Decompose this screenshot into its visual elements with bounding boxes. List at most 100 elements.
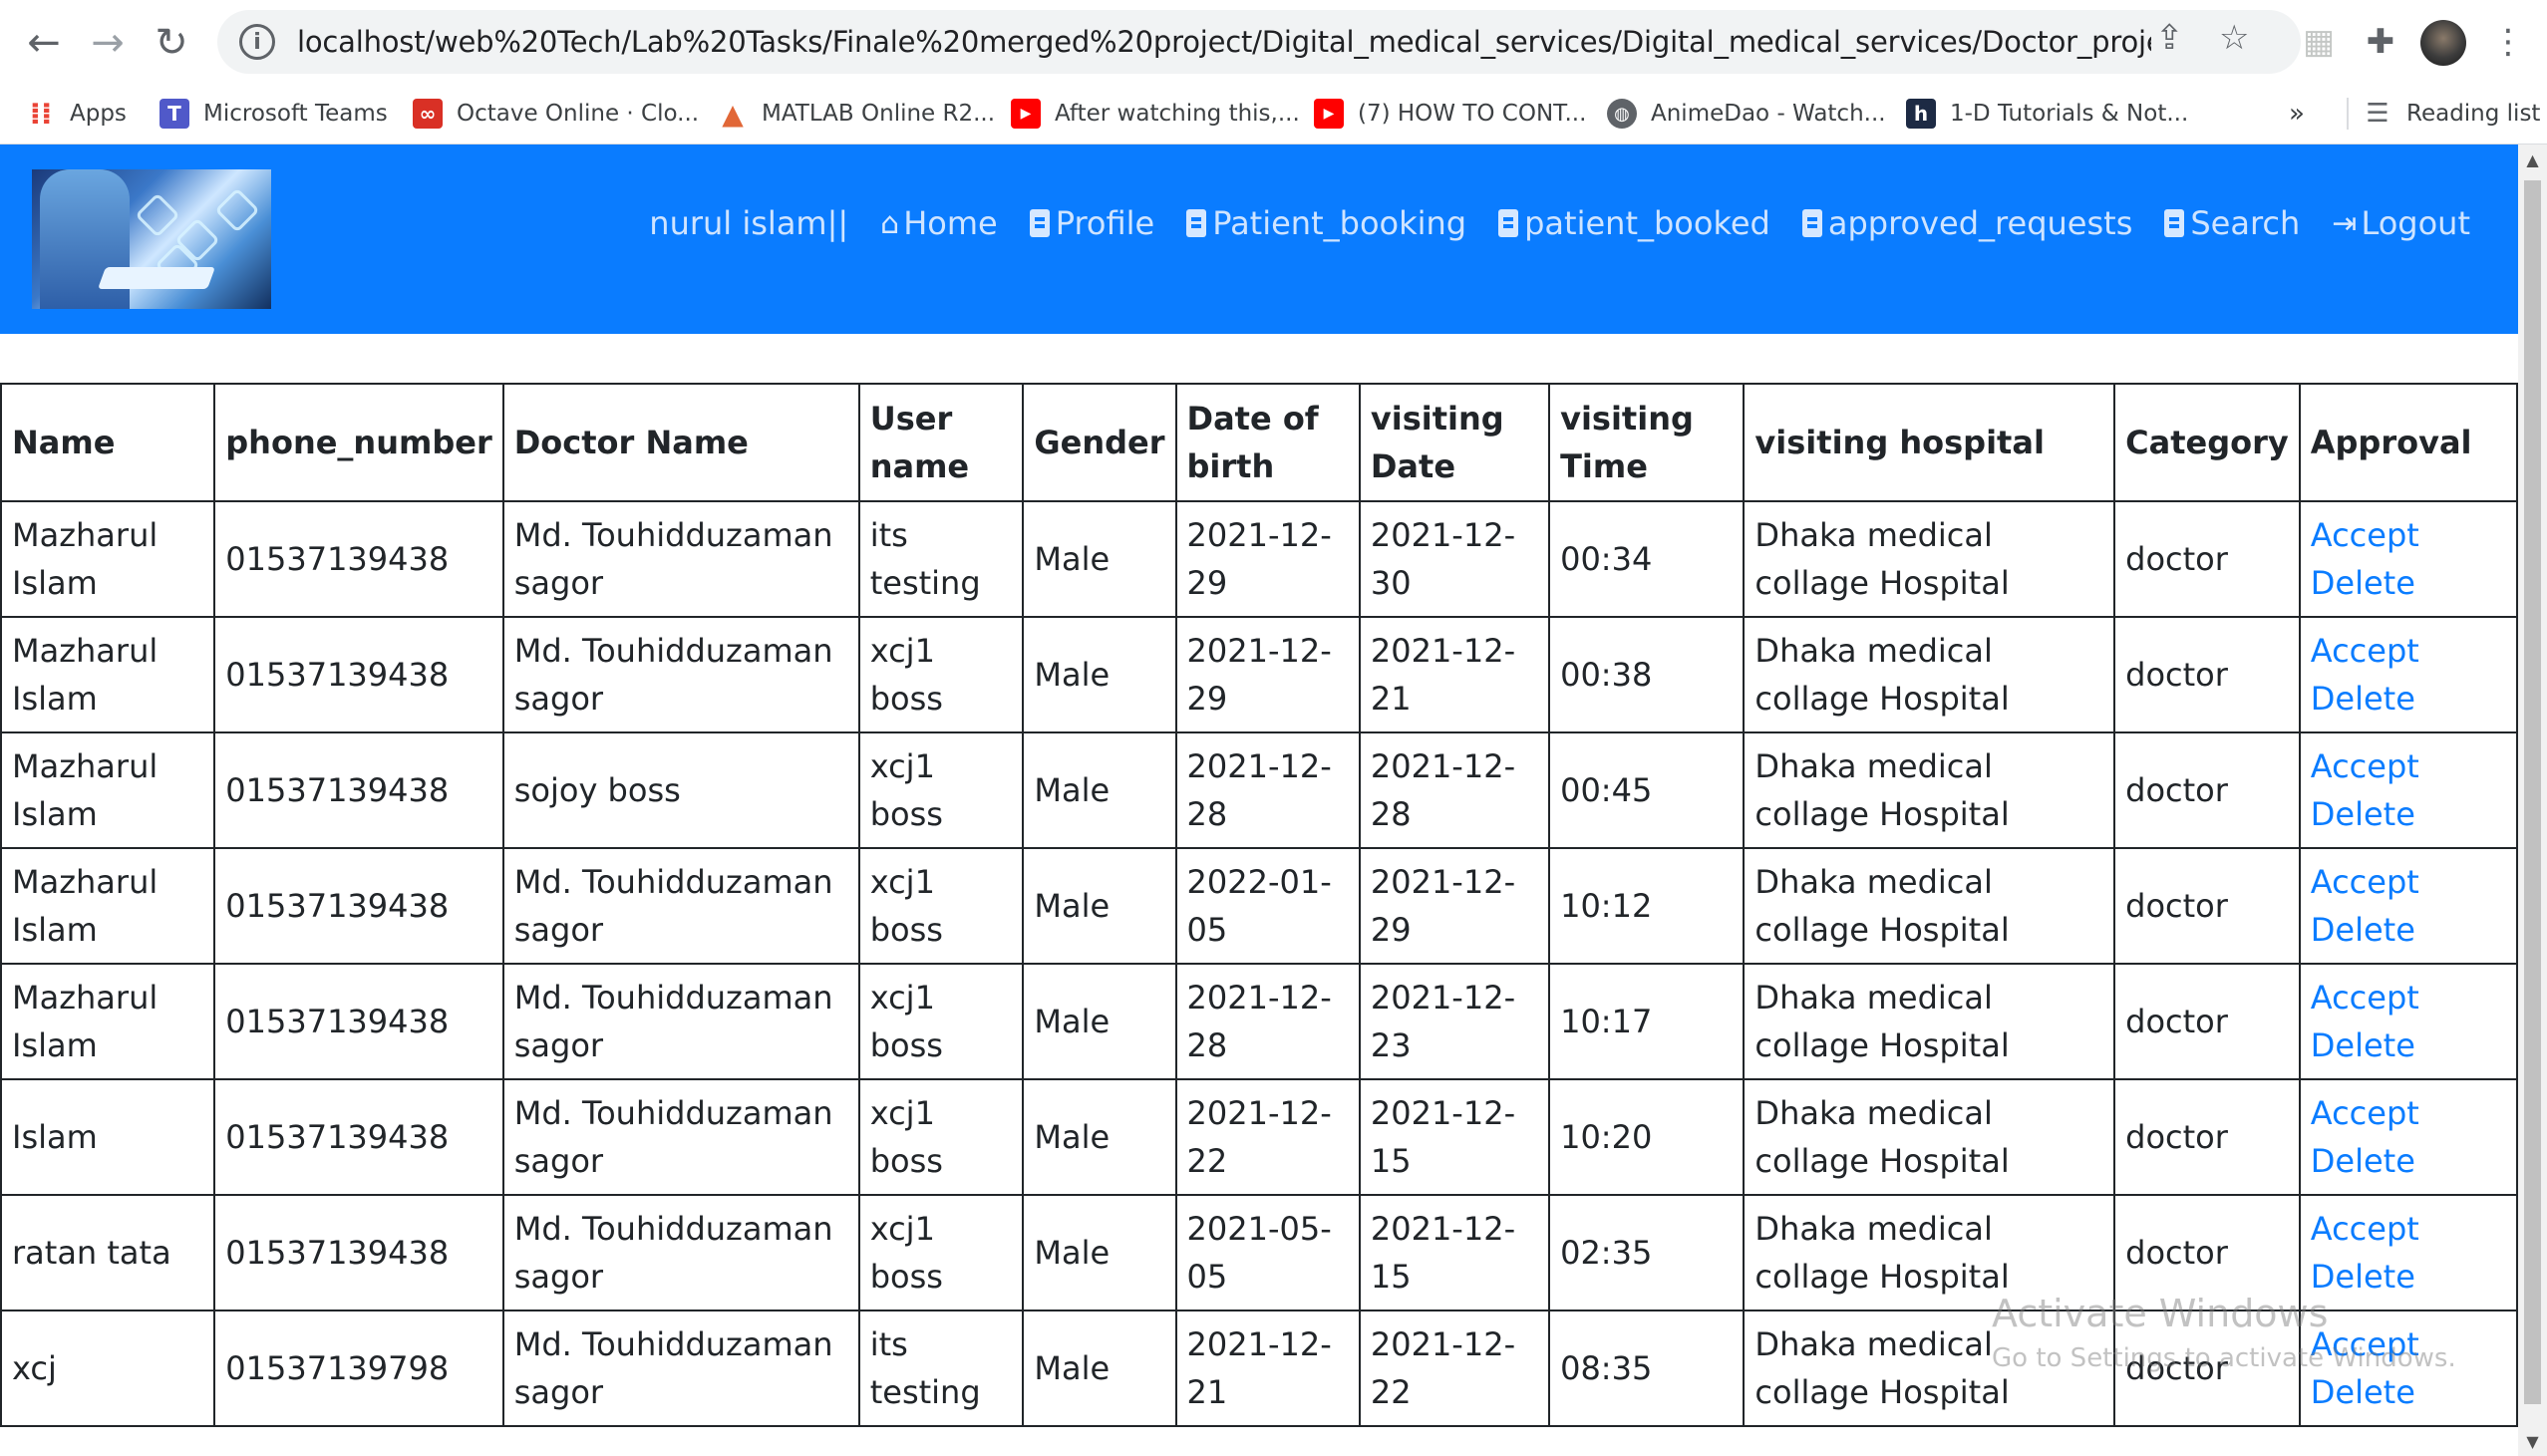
puzzle-icon[interactable]: ✚ (2361, 22, 2400, 62)
nav-search[interactable]: Search (2164, 204, 2300, 242)
menu-kebab-icon[interactable]: ⋮ (2488, 22, 2528, 62)
cell-visiting-date: 2021-12-30 (1358, 500, 1551, 618)
delete-link[interactable]: Delete (2311, 1368, 2506, 1416)
site-info-icon[interactable]: i (239, 24, 275, 60)
accept-link[interactable]: Accept (2311, 627, 2506, 675)
header-visiting-time: visiting Time (1548, 383, 1746, 502)
accept-link[interactable]: Accept (2311, 511, 2506, 559)
bookmark-label: (7) HOW TO CONT... (1358, 101, 1587, 127)
bookmark-tutorials[interactable]: h 1-D Tutorials & Not... (1906, 94, 2188, 134)
bookmark-octave[interactable]: ∞ Octave Online · Clo... (413, 94, 699, 134)
cell-hospital: Dhaka medical collage Hospital (1743, 616, 2116, 733)
delete-link[interactable]: Delete (2311, 559, 2506, 607)
delete-link[interactable]: Delete (2311, 906, 2506, 954)
cell-visiting-time: 08:35 (1548, 1310, 1746, 1427)
nav-user: nurul islam|| (649, 204, 848, 242)
profile-avatar[interactable] (2420, 20, 2466, 66)
cell-hospital: Dhaka medical collage Hospital (1743, 963, 2116, 1080)
teams-icon: T (159, 99, 189, 129)
apps-grid-icon: ⁞⁞ (29, 96, 53, 132)
address-card-icon (1029, 209, 1050, 237)
back-icon[interactable]: ← (18, 17, 70, 69)
cell-dob: 2021-12-29 (1174, 500, 1361, 618)
table-row: Mazharul Islam 01537139438 Md. Touhidduz… (0, 616, 2519, 733)
accept-link[interactable]: Accept (2311, 1089, 2506, 1137)
cell-doctor: Md. Touhidduzaman sagor (501, 1194, 860, 1311)
cell-dob: 2022-01-05 (1174, 847, 1361, 965)
bookmark-apps[interactable]: ⁞⁞ Apps (26, 94, 127, 134)
nav-patient-booked-label: patient_booked (1524, 204, 1770, 242)
header-visiting-hospital: visiting hospital (1743, 383, 2116, 502)
scroll-down-icon[interactable]: ▼ (2518, 1426, 2547, 1456)
nav-profile[interactable]: Profile (1029, 204, 1154, 242)
watermark-title: Activate Windows (1992, 1292, 2329, 1335)
reading-list-label: Reading list (2406, 101, 2541, 127)
nav-approved-requests[interactable]: approved_requests (1801, 204, 2133, 242)
cell-gender: Male (1022, 1194, 1177, 1311)
extension-icon[interactable]: ▦ (2299, 22, 2339, 62)
reload-icon[interactable]: ↻ (146, 17, 197, 69)
bookmark-youtube-2[interactable]: ▶ (7) HOW TO CONT... (1314, 94, 1586, 134)
nav-patient-booked[interactable]: patient_booked (1498, 204, 1770, 242)
bookmark-label: After watching this,... (1055, 101, 1300, 127)
cell-hospital: Dhaka medical collage Hospital (1743, 847, 2116, 965)
cell-dob: 2021-12-28 (1174, 963, 1361, 1080)
reading-list[interactable]: ☰ Reading list (2347, 94, 2540, 134)
accept-link[interactable]: Accept (2311, 974, 2506, 1021)
accept-link[interactable]: Accept (2311, 1205, 2506, 1253)
bookmark-label: AnimeDao - Watch... (1651, 101, 1886, 127)
cell-username: its testing (857, 500, 1025, 618)
delete-link[interactable]: Delete (2311, 790, 2506, 838)
share-icon[interactable]: ⇪ (2155, 18, 2184, 58)
cell-category: doctor (2113, 731, 2301, 849)
bookmark-label: Microsoft Teams (203, 101, 388, 127)
cell-category: doctor (2113, 616, 2301, 733)
bookmark-matlab[interactable]: ▲ MATLAB Online R2... (718, 94, 995, 134)
cell-phone: 01537139438 (213, 963, 504, 1080)
cell-name: ratan tata (0, 1194, 216, 1311)
nav-logout[interactable]: ⇥ Logout (2332, 204, 2470, 242)
cell-approval: Accept Delete (2298, 1078, 2519, 1196)
cell-phone: 01537139438 (213, 500, 504, 618)
table-row: Mazharul Islam 01537139438 sojoy boss xc… (0, 731, 2519, 849)
nav-patient-booking[interactable]: Patient_booking (1186, 204, 1466, 242)
cell-hospital: Dhaka medical collage Hospital (1743, 731, 2116, 849)
forward-icon[interactable]: → (82, 17, 134, 69)
cell-gender: Male (1022, 500, 1177, 618)
watermark-subtitle: Go to Settings to activate Windows. (1992, 1343, 2456, 1373)
table-row: Mazharul Islam 01537139438 Md. Touhidduz… (0, 963, 2519, 1080)
nav-approved-requests-label: approved_requests (1827, 204, 2133, 242)
accept-link[interactable]: Accept (2311, 742, 2506, 790)
accept-link[interactable]: Accept (2311, 858, 2506, 906)
delete-link[interactable]: Delete (2311, 1137, 2506, 1185)
site-logo[interactable] (32, 169, 271, 309)
header-gender: Gender (1022, 383, 1177, 502)
delete-link[interactable]: Delete (2311, 1021, 2506, 1069)
delete-link[interactable]: Delete (2311, 675, 2506, 723)
page-scrollbar[interactable]: ▲ ▼ (2518, 145, 2547, 1456)
cell-visiting-date: 2021-12-22 (1358, 1310, 1551, 1427)
bookmark-animedao[interactable]: ◍ AnimeDao - Watch... (1607, 94, 1886, 134)
nav-user-label: nurul islam|| (649, 204, 849, 242)
table-row: Mazharul Islam 01537139438 Md. Touhidduz… (0, 847, 2519, 965)
cell-username: xcj1 boss (857, 1194, 1025, 1311)
cell-hospital: Dhaka medical collage Hospital (1743, 1078, 2116, 1196)
header-date-of-birth: Date of birth (1174, 383, 1361, 502)
cell-name: Islam (0, 1078, 216, 1196)
nav-home[interactable]: ⌂ Home (880, 204, 998, 242)
scroll-up-icon[interactable]: ▲ (2518, 145, 2547, 174)
nav-patient-booking-label: Patient_booking (1212, 204, 1467, 242)
bookmark-youtube-1[interactable]: ▶ After watching this,... (1011, 94, 1300, 134)
cell-phone: 01537139438 (213, 1078, 504, 1196)
bookmarks-bar: ⁞⁞ Apps T Microsoft Teams ∞ Octave Onlin… (0, 84, 2547, 145)
cell-visiting-time: 00:45 (1548, 731, 1746, 849)
table-row: Mazharul Islam 01537139438 Md. Touhidduz… (0, 500, 2519, 618)
address-bar[interactable]: i localhost/web%20Tech/Lab%20Tasks/Final… (217, 10, 2301, 74)
bookmarks-overflow[interactable]: » (2289, 94, 2305, 134)
scrollbar-thumb[interactable] (2524, 180, 2541, 1404)
bookmark-teams[interactable]: T Microsoft Teams (159, 94, 388, 134)
star-icon[interactable]: ☆ (2219, 18, 2249, 58)
cell-gender: Male (1022, 1078, 1177, 1196)
url-text[interactable]: localhost/web%20Tech/Lab%20Tasks/Finale%… (297, 25, 2151, 59)
cell-visiting-time: 10:17 (1548, 963, 1746, 1080)
